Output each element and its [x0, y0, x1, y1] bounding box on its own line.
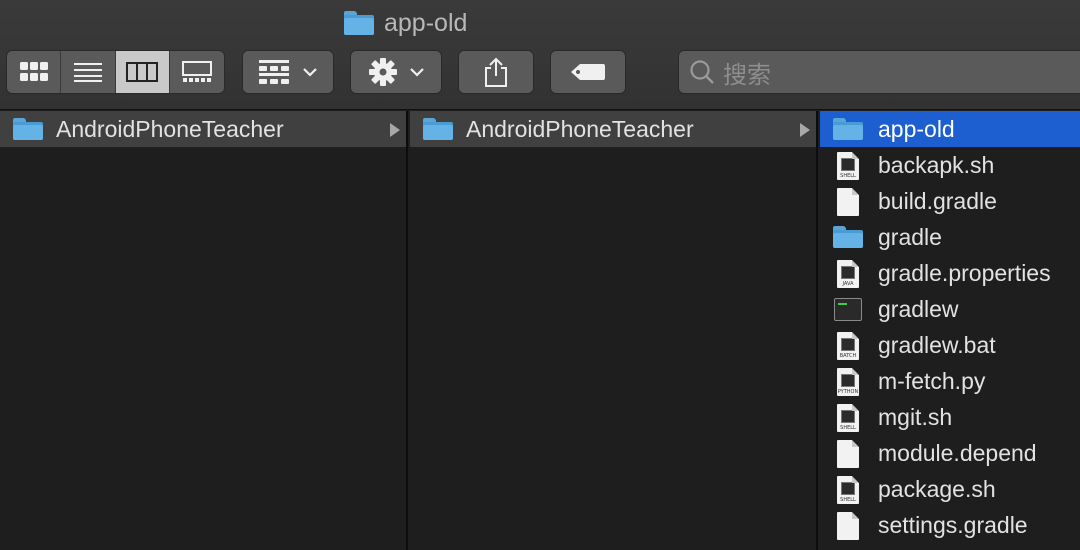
window-title: app-old	[344, 8, 467, 38]
item-label: backapk.sh	[878, 151, 995, 178]
shell-script-icon: SHELL	[832, 151, 864, 180]
list-item[interactable]: module.depend	[820, 435, 1080, 471]
folder-icon	[832, 115, 864, 143]
folder-icon	[832, 223, 864, 251]
list-item[interactable]: BATCH gradlew.bat	[820, 327, 1080, 363]
folder-icon	[422, 115, 454, 143]
folder-icon	[12, 115, 44, 143]
chevron-down-icon	[410, 68, 424, 77]
shell-script-icon: SHELL	[832, 403, 864, 432]
list-item[interactable]: gradlew	[820, 291, 1080, 327]
python-file-icon: PYTHON	[832, 367, 864, 396]
browser-column-3: app-old SHELL backapk.sh build.gradle gr…	[820, 111, 1080, 550]
java-file-icon: JAVA	[832, 259, 864, 288]
list-item[interactable]: SHELL backapk.sh	[820, 147, 1080, 183]
list-item[interactable]: app-old	[820, 111, 1080, 147]
shell-script-icon: SHELL	[832, 475, 864, 504]
grid-group-icon	[259, 60, 289, 84]
list-item[interactable]: SHELL package.sh	[820, 471, 1080, 507]
list-view-icon	[73, 63, 102, 82]
document-icon	[832, 439, 864, 468]
column-browser: AndroidPhoneTeacher AndroidPhoneTeacher …	[0, 111, 1080, 550]
list-item[interactable]: gradle	[820, 219, 1080, 255]
list-item[interactable]: JAVA gradle.properties	[820, 255, 1080, 291]
chevron-down-icon	[303, 68, 317, 77]
document-icon	[832, 511, 864, 540]
disclosure-arrow-icon	[390, 123, 400, 137]
tag-icon	[571, 64, 605, 80]
gallery-view-icon	[181, 61, 212, 82]
item-label: AndroidPhoneTeacher	[56, 115, 284, 142]
icon-view-icon	[19, 62, 48, 81]
list-item[interactable]: SHELL mgit.sh	[820, 399, 1080, 435]
finder-toolbar: app-old 搜索	[0, 0, 1080, 110]
terminal-executable-icon	[832, 295, 864, 323]
column-view-button[interactable]	[115, 51, 170, 93]
view-mode-segmented-control	[6, 50, 225, 94]
item-label: module.depend	[878, 439, 1037, 466]
item-label: m-fetch.py	[878, 367, 986, 394]
item-label: gradle	[878, 223, 942, 250]
folder-icon	[344, 11, 374, 35]
item-label: gradlew	[878, 295, 959, 322]
column-view-icon	[126, 62, 159, 82]
item-label: settings.gradle	[878, 511, 1028, 538]
item-label: package.sh	[878, 475, 996, 502]
item-label: gradle.properties	[878, 259, 1051, 286]
share-button[interactable]	[458, 50, 534, 94]
action-menu-button[interactable]	[350, 50, 442, 94]
list-item[interactable]: settings.gradle	[820, 507, 1080, 543]
item-label: gradlew.bat	[878, 331, 996, 358]
batch-file-icon: BATCH	[832, 331, 864, 360]
gear-icon	[369, 58, 397, 86]
icon-view-button[interactable]	[7, 51, 62, 93]
disclosure-arrow-icon	[800, 123, 810, 137]
document-icon	[832, 187, 864, 216]
list-item[interactable]: AndroidPhoneTeacher	[0, 111, 406, 147]
gallery-view-button[interactable]	[170, 51, 224, 93]
group-by-button[interactable]	[242, 50, 334, 94]
browser-column-2: AndroidPhoneTeacher	[410, 111, 818, 550]
item-label: mgit.sh	[878, 403, 953, 430]
list-view-button[interactable]	[61, 51, 116, 93]
browser-column-1: AndroidPhoneTeacher	[0, 111, 408, 550]
item-label: build.gradle	[878, 187, 997, 214]
search-field[interactable]: 搜索	[678, 50, 1080, 94]
tag-button[interactable]	[550, 50, 626, 94]
search-icon	[690, 60, 714, 84]
list-item[interactable]: PYTHON m-fetch.py	[820, 363, 1080, 399]
item-label: app-old	[878, 115, 955, 142]
item-label: AndroidPhoneTeacher	[466, 115, 694, 142]
list-item[interactable]: build.gradle	[820, 183, 1080, 219]
window-title-text: app-old	[384, 8, 468, 37]
share-icon	[485, 57, 507, 87]
search-placeholder: 搜索	[723, 61, 771, 89]
list-item[interactable]: AndroidPhoneTeacher	[410, 111, 816, 147]
